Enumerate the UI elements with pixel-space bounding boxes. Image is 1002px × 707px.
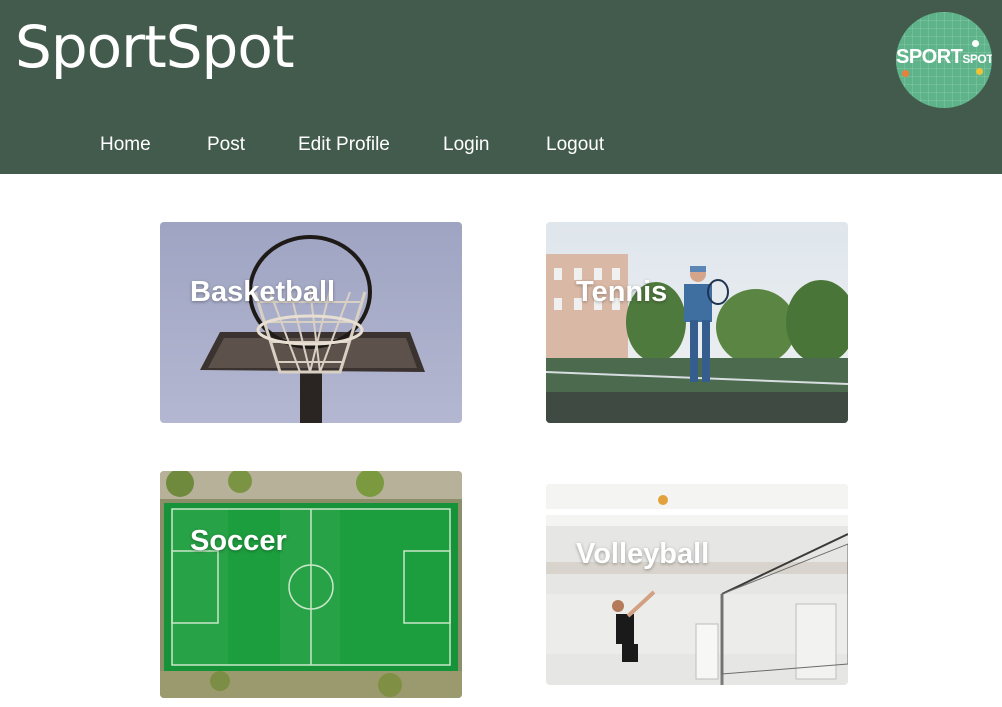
sport-card-soccer[interactable]: Soccer bbox=[160, 471, 462, 698]
nav-login[interactable]: Login bbox=[443, 134, 490, 156]
soccer-field-image bbox=[160, 471, 462, 698]
sport-card-tennis[interactable]: Tennis bbox=[546, 222, 848, 423]
sport-title: Tennis bbox=[576, 276, 668, 308]
nav-logout[interactable]: Logout bbox=[546, 134, 604, 156]
sport-title: Soccer bbox=[190, 525, 287, 557]
ball-icon bbox=[902, 70, 909, 77]
site-header: SportSpot SPORTSPOT Home Post Edit Profi… bbox=[0, 0, 1002, 174]
nav-home[interactable]: Home bbox=[100, 134, 151, 156]
site-title[interactable]: SportSpot bbox=[15, 15, 295, 80]
sport-title: Basketball bbox=[190, 276, 336, 308]
tennis-court-image bbox=[546, 222, 848, 423]
sport-card-volleyball[interactable]: Volleyball bbox=[546, 484, 848, 685]
logo-wordmark: SPORTSPOT bbox=[896, 46, 992, 68]
main-nav: Home Post Edit Profile Login Logout bbox=[0, 134, 700, 164]
ball-icon bbox=[976, 68, 983, 75]
sport-title: Volleyball bbox=[576, 538, 710, 570]
sportspot-logo[interactable]: SPORTSPOT bbox=[896, 12, 992, 108]
nav-edit-profile[interactable]: Edit Profile bbox=[298, 134, 390, 156]
volleyball-image bbox=[546, 484, 848, 685]
nav-post[interactable]: Post bbox=[207, 134, 245, 156]
sport-card-basketball[interactable]: Basketball bbox=[160, 222, 462, 423]
basketball-hoop-image bbox=[160, 222, 462, 423]
